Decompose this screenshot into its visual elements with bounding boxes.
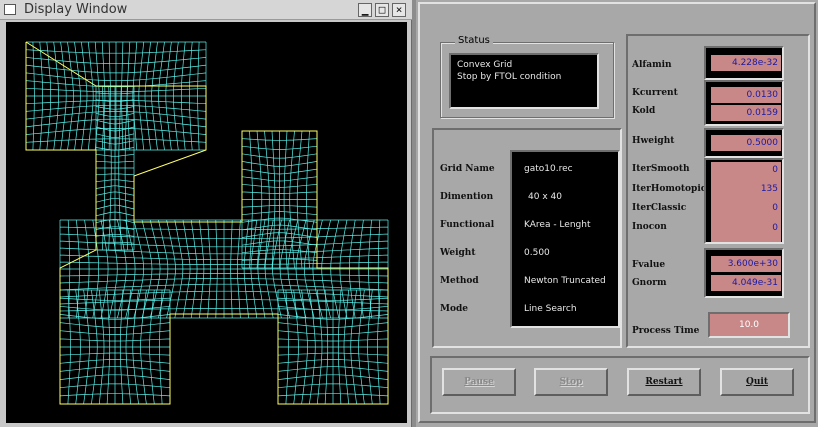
display-window: Display Window ▁ □ × — [0, 0, 412, 427]
label-kcurrent: Kcurrent — [632, 88, 678, 98]
button-group: Pause Stop Restart Quit — [430, 356, 810, 414]
status-box: Convex Grid Stop by FTOL condition — [449, 53, 599, 109]
maximize-button[interactable]: □ — [375, 3, 389, 17]
pause-button[interactable]: Pause — [442, 368, 516, 396]
value-itersmooth: 0 — [772, 165, 778, 175]
close-button[interactable]: × — [392, 3, 406, 17]
label-alfamin: Alfamin — [632, 60, 672, 70]
window-menu-icon[interactable] — [4, 4, 16, 15]
value-gnorm: 4.049e-31 — [711, 275, 781, 291]
value-fvalue: 3.600e+30 — [711, 256, 781, 272]
mesh-right-leg — [277, 289, 389, 405]
minimize-button[interactable]: ▁ — [358, 3, 372, 17]
grid-plot — [25, 41, 389, 405]
process-time-box: 10.0 — [708, 312, 790, 338]
grid-mesh — [25, 41, 389, 405]
label-mode: Mode — [440, 304, 468, 314]
label-process-time: Process Time — [632, 326, 700, 336]
restart-button[interactable]: Restart — [627, 368, 701, 396]
label-dimention: Dimention — [440, 192, 494, 202]
value-functional: KArea - Lenght — [524, 220, 591, 230]
label-method: Method — [440, 276, 479, 286]
label-gnorm: Gnorm — [632, 278, 667, 288]
status-line-1: Convex Grid — [457, 60, 513, 70]
label-iterhomotopic: IterHomotopic — [632, 184, 707, 194]
label-itersmooth: IterSmooth — [632, 164, 690, 174]
value-grid-name: gato10.rec — [524, 164, 573, 174]
mesh-stem — [95, 85, 135, 251]
fvalue-box: 3.600e+30 4.049e-31 — [704, 248, 784, 298]
value-iterhomotopic: 135 — [760, 184, 778, 194]
titlebar[interactable]: Display Window ▁ □ × — [0, 0, 412, 20]
label-grid-name: Grid Name — [440, 164, 495, 174]
label-kold: Kold — [632, 106, 656, 116]
window-title: Display Window — [24, 2, 128, 17]
label-weight: Weight — [440, 248, 476, 258]
status-line-2: Stop by FTOL condition — [457, 72, 562, 82]
value-dimention: 40 x 40 — [528, 192, 562, 202]
value-iterclassic: 0 — [772, 203, 778, 213]
value-kold: 0.0159 — [711, 105, 781, 121]
metrics-group: Alfamin Kcurrent Kold Hweight IterSmooth… — [626, 34, 810, 348]
control-panel: Status Convex Grid Stop by FTOL conditio… — [416, 0, 818, 427]
parameters-box: gato10.rec 40 x 40 KArea - Lenght 0.500 … — [510, 150, 620, 328]
label-inocon: Inocon — [632, 222, 667, 232]
value-method: Newton Truncated — [524, 276, 606, 286]
status-group: Status Convex Grid Stop by FTOL conditio… — [440, 35, 614, 118]
iterations-box: 0 135 0 0 — [704, 158, 784, 244]
stop-button[interactable]: Stop — [534, 368, 608, 396]
alfamin-box: 4.228e-32 — [704, 46, 784, 80]
label-fvalue: Fvalue — [632, 260, 666, 270]
k-box: 0.0130 0.0159 — [704, 80, 784, 126]
grid-canvas[interactable] — [6, 22, 407, 423]
parameters-group: Grid Name Dimention Functional Weight Me… — [432, 128, 622, 348]
value-weight: 0.500 — [524, 248, 550, 258]
panel-frame: Status Convex Grid Stop by FTOL conditio… — [418, 2, 816, 423]
hweight-box: 0.5000 — [704, 128, 784, 158]
label-iterclassic: IterClassic — [632, 203, 687, 213]
status-legend: Status — [455, 35, 493, 46]
quit-button[interactable]: Quit — [720, 368, 794, 396]
value-alfamin: 4.228e-32 — [711, 55, 781, 71]
value-mode: Line Search — [524, 304, 577, 314]
value-inocon: 0 — [772, 223, 778, 233]
mesh-left-leg — [59, 289, 171, 405]
mesh-top-arm — [25, 41, 207, 151]
value-hweight: 0.5000 — [711, 135, 781, 151]
label-functional: Functional — [440, 220, 495, 230]
label-hweight: Hweight — [632, 136, 675, 146]
value-kcurrent: 0.0130 — [711, 87, 781, 103]
